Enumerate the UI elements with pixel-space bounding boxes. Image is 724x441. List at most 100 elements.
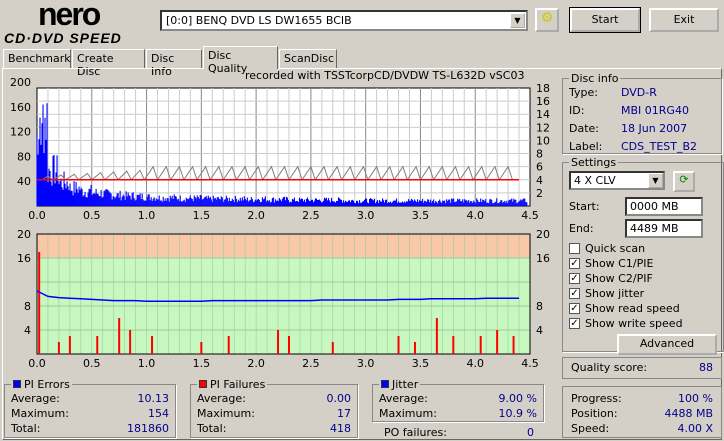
disc-info-group: Disc info Type: DVD-R ID: MBI 01RG40 Date:… xyxy=(562,72,722,154)
speed-select[interactable]: 4 X CLV ▼ xyxy=(569,171,665,190)
checkbox-box[interactable]: ✓ xyxy=(569,273,580,284)
date-value: 18 Jun 2007 xyxy=(621,122,688,135)
checkbox-box[interactable]: ✓ xyxy=(569,318,580,329)
advanced-button[interactable]: Advanced xyxy=(617,334,717,355)
disc-info-title: Disc info xyxy=(571,72,619,85)
y-tick-label: 16 xyxy=(17,252,31,265)
chevron-down-icon[interactable]: ▼ xyxy=(510,13,525,28)
pif-avg-value: 0.00 xyxy=(326,392,352,405)
checkbox-show-read-speed[interactable]: ✓ Show read speed xyxy=(569,301,717,316)
chevron-down-icon[interactable]: ▼ xyxy=(648,173,663,188)
checkbox-label: Quick scan xyxy=(585,242,646,255)
po-failures-label: PO failures: xyxy=(384,426,447,439)
x-tick-label: 1.0 xyxy=(138,357,156,370)
y2-tick-label: 8 xyxy=(536,148,543,161)
checkbox-box[interactable] xyxy=(569,243,580,254)
x-tick-label: 2.0 xyxy=(247,209,265,222)
x-tick-label: 4.0 xyxy=(466,357,484,370)
start-button[interactable]: Start xyxy=(569,7,641,33)
speed-value: 4 X CLV xyxy=(574,174,616,187)
pif-avg-label: Average: xyxy=(197,392,246,405)
x-tick-label: 1.5 xyxy=(193,357,211,370)
x-tick-label: 4.5 xyxy=(521,209,539,222)
tab-benchmark[interactable]: Benchmark xyxy=(3,49,71,68)
nero-logo: nero xyxy=(38,0,101,32)
red-square-icon xyxy=(199,380,207,388)
pi-errors-title: PI Errors xyxy=(11,378,72,391)
checkbox-box[interactable]: ✓ xyxy=(569,303,580,314)
start-input[interactable]: 0000 MB xyxy=(625,197,703,216)
position-value: 4488 MB xyxy=(664,407,713,420)
pie-total-label: Total: xyxy=(11,422,41,435)
progress-label: Progress: xyxy=(571,392,622,405)
y-tick-label: 4 xyxy=(24,324,31,337)
y2-tick-label: 2 xyxy=(536,187,543,200)
position-label: Position: xyxy=(571,407,618,420)
x-tick-label: 0.0 xyxy=(28,209,46,222)
pi-errors-chart: 0.0 0.5 1.0 1.5 2.0 2.5 3.0 3.5 4.0 4.5 200 160 120 8… xyxy=(10,78,550,222)
quality-score-box: Quality score: 88 xyxy=(562,357,722,379)
x-tick-label: 3.0 xyxy=(357,209,375,222)
refresh-button[interactable]: ⟳ xyxy=(673,171,695,192)
checkbox-box[interactable]: ✓ xyxy=(569,288,580,299)
jitter-max-label: Maximum: xyxy=(379,407,437,420)
y2-tick-label: 10 xyxy=(536,134,550,147)
blue-square-icon xyxy=(381,380,389,388)
pi-errors-title-text: PI Errors xyxy=(24,378,70,391)
blue-square-icon xyxy=(13,380,21,388)
plot-area xyxy=(36,87,531,207)
progress-value: 100 % xyxy=(678,392,713,405)
pif-max-value: 17 xyxy=(337,407,351,420)
y2-tick-label: 18 xyxy=(536,82,550,95)
pi-failures-title: PI Failures xyxy=(197,378,267,391)
cd-dvd-speed-logo: CD·DVD SPEED xyxy=(4,30,122,46)
date-label: Date: xyxy=(569,122,599,135)
progress-box: Progress: 100 % Position: 4488 MB Speed: 4.… xyxy=(562,386,722,438)
end-input[interactable]: 4489 MB xyxy=(625,219,703,238)
y2-tick-label: 8 xyxy=(536,300,543,313)
y-tick-label: 120 xyxy=(10,126,31,139)
y-tick-label: 8 xyxy=(24,300,31,313)
checkbox-show-write-speed[interactable]: ✓ Show write speed xyxy=(569,316,717,331)
checkbox-box[interactable]: ✓ xyxy=(569,258,580,269)
pie-avg-value: 10.13 xyxy=(137,392,170,405)
jitter-avg-value: 9.00 % xyxy=(498,392,537,405)
x-tick-label: 3.0 xyxy=(357,357,375,370)
checkbox-label: Show jitter xyxy=(585,287,645,300)
y2-tick-label: 14 xyxy=(536,108,550,121)
drive-config-button[interactable]: ⚙ xyxy=(535,8,559,32)
exit-button[interactable]: Exit xyxy=(649,8,719,32)
x-tick-label: 3.5 xyxy=(412,209,430,222)
y-tick-label: 40 xyxy=(17,175,31,188)
y2-tick-label: 16 xyxy=(536,95,550,108)
label-label: Label: xyxy=(569,140,603,153)
tab-disc-quality[interactable]: Disc Quality xyxy=(203,46,278,75)
checkbox-label: Show write speed xyxy=(585,317,683,330)
tab-scandisc[interactable]: ScanDisc xyxy=(279,49,337,68)
x-tick-label: 4.0 xyxy=(466,209,484,222)
quality-score-value: 88 xyxy=(699,361,713,374)
pi-failures-group: PI Failures Average: 0.00 Maximum: 17 Tota… xyxy=(190,378,358,438)
checkbox-show-c2-pif[interactable]: ✓ Show C2/PIF xyxy=(569,271,717,286)
id-value: MBI 01RG40 xyxy=(621,104,689,117)
y2-tick-label: 12 xyxy=(536,121,550,134)
y-tick-label: 160 xyxy=(10,101,31,114)
y-tick-label: 200 xyxy=(10,78,31,89)
pif-total-label: Total: xyxy=(197,422,227,435)
speed-value: 4.00 X xyxy=(677,422,713,435)
checkbox-show-c1-pie[interactable]: ✓ Show C1/PIE xyxy=(569,256,717,271)
checkbox-quick-scan[interactable]: Quick scan xyxy=(569,241,717,256)
po-failures-value: 0 xyxy=(527,426,534,439)
tab-create-disc[interactable]: Create Disc xyxy=(72,49,145,78)
x-tick-label: 2.5 xyxy=(302,357,320,370)
checkbox-label: Show C1/PIE xyxy=(585,257,654,270)
pif-max-label: Maximum: xyxy=(197,407,255,420)
checkbox-show-jitter[interactable]: ✓ Show jitter xyxy=(569,286,717,301)
x-tick-label: 2.0 xyxy=(247,357,265,370)
settings-title: Settings xyxy=(571,156,617,169)
y2-tick-label: 6 xyxy=(536,161,543,174)
drive-select[interactable]: [0:0] BENQ DVD LS DW1655 BCIB ▼ xyxy=(160,10,528,31)
wrench-icon: ⚙ xyxy=(540,10,554,26)
tab-disc-info[interactable]: Disc Info xyxy=(146,49,202,78)
refresh-icon: ⟳ xyxy=(679,173,689,186)
